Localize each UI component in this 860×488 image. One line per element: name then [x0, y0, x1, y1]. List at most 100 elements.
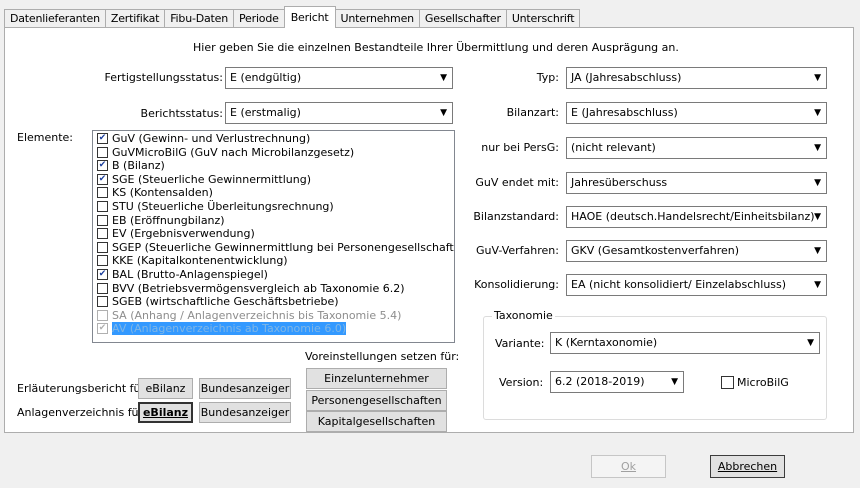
checkmark-icon[interactable]: ✔: [97, 268, 108, 280]
element-list-item[interactable]: GuVMicroBilG (GuV nach Microbilanzgesetz…: [93, 146, 454, 160]
right-field-select[interactable]: GKV (Gesamtkostenverfahren) ▼: [566, 240, 827, 262]
tab-periode[interactable]: Periode: [233, 9, 285, 28]
right-field-label: Typ:: [536, 71, 559, 84]
element-label: SA (Anhang / Anlagenverzeichnis bis Taxo…: [112, 308, 402, 322]
element-label: STU (Steuerliche Überleitungsrechnung): [112, 199, 334, 213]
bericht-panel: Hier geben Sie die einzelnen Bestandteil…: [4, 27, 854, 433]
checkbox-icon[interactable]: [97, 282, 108, 294]
element-label: GuVMicroBilG (GuV nach Microbilanzgesetz…: [112, 145, 355, 159]
checkmark-icon[interactable]: ✔: [97, 323, 108, 335]
chevron-down-icon: ▼: [440, 73, 447, 83]
right-field-select[interactable]: E (Jahresabschluss) ▼: [566, 102, 827, 124]
checkbox-icon[interactable]: [97, 309, 108, 321]
variante-label: Variante:: [495, 337, 545, 350]
checkbox-icon[interactable]: [97, 200, 108, 212]
checkmark-icon[interactable]: ✔: [97, 133, 108, 144]
tab-bericht[interactable]: Bericht: [283, 6, 336, 28]
right-field-select[interactable]: JA (Jahresabschluss) ▼: [566, 67, 827, 89]
tab-bar: Datenlieferanten Zertifikat Fibu-Daten P…: [4, 6, 581, 28]
erlaeuterung-label: Erläuterungsbericht für: [17, 382, 146, 395]
voreinstellungen-label: Voreinstellungen setzen für:: [305, 350, 460, 363]
checkmark-icon[interactable]: ✔: [97, 173, 108, 185]
element-label: SGEB (wirtschaftliche Geschäftsbetriebe): [112, 295, 339, 309]
checkbox-icon[interactable]: [97, 214, 108, 226]
tab-zertifikat[interactable]: Zertifikat: [104, 9, 166, 28]
taxonomie-group: Taxonomie Variante: K (Kerntaxonomie) ▼ …: [483, 309, 827, 420]
taxonomie-title: Taxonomie: [492, 309, 555, 322]
element-list-item[interactable]: BVV (Betriebsvermögensvergleich ab Taxon…: [93, 282, 454, 296]
right-field-value: Jahresüberschuss: [571, 176, 668, 189]
element-list-item[interactable]: ✔ SGE (Steuerliche Gewinnermittlung): [93, 173, 454, 187]
cancel-label: Abbrechen: [717, 460, 778, 473]
element-label: KS (Kontensalden): [112, 186, 213, 200]
tab-gesellschafter[interactable]: Gesellschafter: [418, 9, 507, 28]
tab-unterschrift[interactable]: Unterschrift: [505, 9, 581, 28]
version-select[interactable]: 6.2 (2018-2019) ▼: [550, 371, 684, 393]
element-list-item[interactable]: KS (Kontensalden): [93, 186, 454, 200]
chevron-down-icon: ▼: [671, 377, 678, 387]
erlaeuterung-ebilanz-button[interactable]: eBilanz: [138, 378, 193, 399]
right-field-value: EA (nicht konsolidiert/ Einzelabschluss): [571, 278, 787, 291]
element-label: GuV (Gewinn- und Verlustrechnung): [112, 132, 311, 145]
berichtsstatus-select[interactable]: E (erstmalig) ▼: [225, 102, 453, 124]
right-field-value: GKV (Gesamtkostenverfahren): [571, 244, 740, 257]
element-label: EV (Ergebnisverwendung): [112, 227, 255, 241]
element-label: KKE (Kapitalkontenentwicklung): [112, 254, 288, 268]
right-field-select[interactable]: (nicht relevant) ▼: [566, 137, 827, 159]
elemente-label: Elemente:: [17, 131, 74, 144]
element-list-item[interactable]: ✔ B (Bilanz): [93, 159, 454, 173]
element-list-item[interactable]: SGEP (Steuerliche Gewinnermittlung bei P…: [93, 241, 454, 255]
element-list-item[interactable]: ✔ AV (Anlagenverzeichnis ab Taxonomie 6.0…: [93, 322, 454, 336]
checkbox-icon[interactable]: [97, 187, 108, 199]
right-field-label: Konsolidierung:: [474, 278, 559, 291]
element-list-item[interactable]: SA (Anhang / Anlagenverzeichnis bis Taxo…: [93, 309, 454, 323]
anlagen-ebilanz-button[interactable]: eBilanz: [138, 402, 193, 423]
chevron-down-icon: ▼: [814, 178, 821, 188]
checkmark-icon[interactable]: ✔: [97, 160, 108, 172]
fertigstellung-value: E (endgültig): [230, 71, 302, 84]
checkbox-icon[interactable]: [97, 228, 108, 240]
element-list-item[interactable]: EB (Eröffnungbilanz): [93, 214, 454, 228]
preset-kapitalgesellschaften-button[interactable]: Kapitalgesellschaften: [306, 411, 447, 432]
chevron-down-icon: ▼: [440, 108, 447, 118]
element-list-item[interactable]: EV (Ergebnisverwendung): [93, 227, 454, 241]
right-field-label: GuV endet mit:: [475, 176, 559, 189]
right-field-select[interactable]: HAOE (deutsch.Handelsrecht/Einheitsbilan…: [566, 206, 827, 228]
variante-value: K (Kerntaxonomie): [555, 336, 658, 349]
checkbox-icon[interactable]: [97, 146, 108, 158]
anlagen-bundesanzeiger-button[interactable]: Bundesanzeiger: [199, 402, 291, 423]
elements-checklist[interactable]: ✔ GuV (Gewinn- und Verlustrechnung) GuVMic…: [92, 130, 455, 343]
anlagen-label: Anlagenverzeichnis für: [17, 406, 144, 419]
element-label: B (Bilanz): [112, 159, 165, 173]
right-field-value: E (Jahresabschluss): [571, 106, 678, 119]
preset-einzelunternehmer-button[interactable]: Einzelunternehmer: [306, 368, 447, 389]
microbilg-checkbox[interactable]: [721, 376, 734, 389]
preset-personengesellschaften-button[interactable]: Personengesellschaften: [306, 390, 447, 411]
ok-button[interactable]: Ok: [591, 455, 666, 478]
erlaeuterung-bundesanzeiger-button[interactable]: Bundesanzeiger: [199, 378, 291, 399]
tab-datenlieferanten[interactable]: Datenlieferanten: [4, 9, 106, 28]
right-field-select[interactable]: Jahresüberschuss ▼: [566, 172, 827, 194]
element-list-item[interactable]: ✔ BAL (Brutto-Anlagenspiegel): [93, 268, 454, 282]
checkbox-icon[interactable]: [97, 241, 108, 253]
element-list-item[interactable]: STU (Steuerliche Überleitungsrechnung): [93, 200, 454, 214]
checkbox-icon[interactable]: [97, 255, 108, 267]
element-list-item[interactable]: ✔ GuV (Gewinn- und Verlustrechnung): [93, 132, 454, 146]
variante-select[interactable]: K (Kerntaxonomie) ▼: [550, 332, 820, 354]
fertigstellung-select[interactable]: E (endgültig) ▼: [225, 67, 453, 89]
tab-fibu-daten[interactable]: Fibu-Daten: [164, 9, 235, 28]
element-list-item[interactable]: KKE (Kapitalkontenentwicklung): [93, 254, 454, 268]
element-list-item[interactable]: SGEB (wirtschaftliche Geschäftsbetriebe): [93, 295, 454, 309]
checkbox-icon[interactable]: [97, 296, 108, 308]
right-field-value: (nicht relevant): [571, 141, 656, 154]
cancel-button[interactable]: Abbrechen: [710, 455, 785, 478]
chevron-down-icon: ▼: [814, 212, 821, 222]
element-label: EB (Eröffnungbilanz): [112, 213, 225, 227]
berichtsstatus-label: Berichtsstatus:: [140, 107, 223, 120]
element-label: BAL (Brutto-Anlagenspiegel): [112, 267, 268, 281]
element-label: SGE (Steuerliche Gewinnermittlung): [112, 172, 312, 186]
tab-unternehmen[interactable]: Unternehmen: [334, 9, 420, 28]
ok-label: Ok: [620, 460, 637, 473]
right-field-select[interactable]: EA (nicht konsolidiert/ Einzelabschluss)…: [566, 274, 827, 296]
version-value: 6.2 (2018-2019): [555, 375, 645, 388]
